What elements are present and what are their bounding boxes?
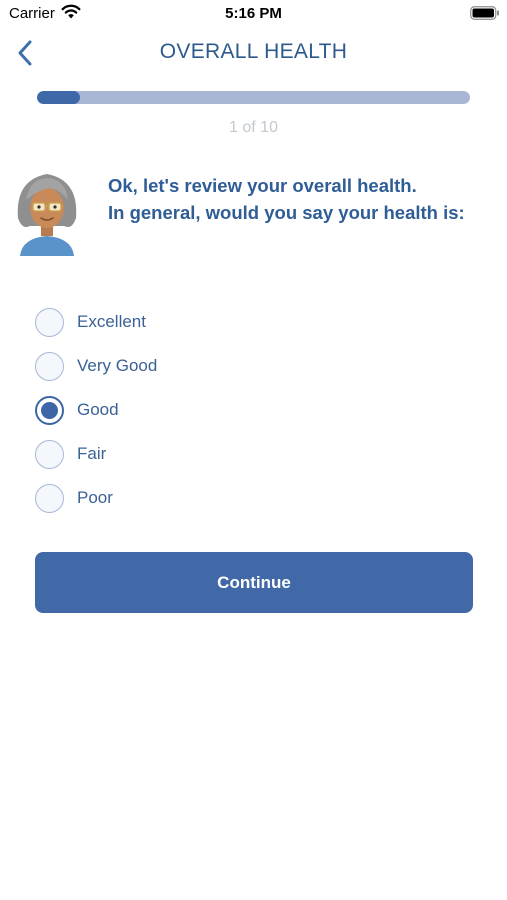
option-poor[interactable]: Poor [35, 476, 157, 520]
continue-button[interactable]: Continue [35, 552, 473, 613]
option-label: Poor [77, 488, 113, 507]
status-bar: Carrier 5:16 PM [0, 0, 507, 28]
avatar [17, 174, 77, 256]
radio-button[interactable] [35, 351, 64, 381]
screen: Carrier 5:16 PM OVERALL HEALTH 1 of 10 O… [0, 0, 507, 900]
question-line-1: Ok, let's review your overall health. [108, 175, 417, 196]
question-line-2: In general, would you say your health is… [108, 202, 465, 223]
progress-bar [37, 91, 470, 104]
option-label: Good [77, 400, 119, 419]
option-good[interactable]: Good [35, 388, 157, 432]
option-label: Very Good [77, 356, 158, 375]
option-excellent[interactable]: Excellent [35, 300, 157, 344]
clock: 5:16 PM [225, 5, 282, 22]
progress-fill [37, 91, 81, 104]
progress-text: 1 of 10 [229, 119, 278, 136]
option-label: Fair [77, 444, 107, 463]
page-title: OVERALL HEALTH [159, 40, 348, 63]
radio-button[interactable] [35, 439, 64, 469]
radio-button[interactable] [35, 395, 64, 425]
radio-button[interactable] [35, 307, 64, 337]
option-label: Excellent [77, 312, 146, 331]
option-fair[interactable]: Fair [35, 432, 157, 476]
radio-button[interactable] [35, 483, 64, 513]
battery-icon [470, 6, 499, 20]
option-very-good[interactable]: Very Good [35, 344, 157, 388]
question-text: Ok, let's review your overall health. In… [108, 172, 503, 226]
options-list: Excellent Very Good Good Fair Poor [35, 300, 157, 520]
